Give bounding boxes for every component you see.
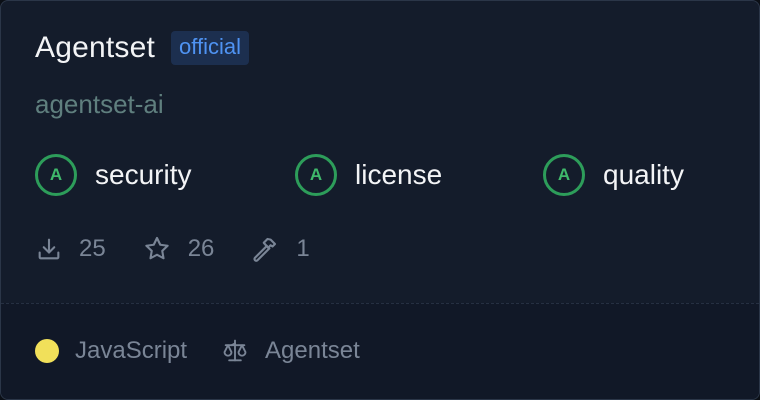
tools-stat: 1: [250, 234, 310, 264]
stars-count: 26: [187, 235, 215, 262]
score-security: A security: [35, 154, 191, 196]
owner-name[interactable]: agentset-ai: [35, 89, 164, 120]
language-label: JavaScript: [75, 337, 188, 364]
server-card[interactable]: Agentset official agentset-ai A security…: [0, 0, 760, 400]
downloads-count: 25: [79, 235, 106, 262]
score-license: A license: [295, 154, 442, 196]
tools-count: 1: [296, 235, 310, 262]
score-label: quality: [603, 159, 684, 190]
card-footer: JavaScript Agentset: [1, 303, 759, 399]
card-title[interactable]: Agentset: [35, 31, 155, 65]
score-label: license: [355, 159, 443, 190]
scale-icon: [221, 337, 249, 365]
card-main: Agentset official agentset-ai A security…: [1, 1, 759, 303]
title-row: Agentset official: [35, 31, 249, 65]
stats-row: 25 26 1: [35, 233, 346, 265]
downloads-stat: 25: [35, 235, 106, 263]
star-icon: [142, 234, 172, 264]
download-icon: [35, 235, 63, 263]
footer-row: JavaScript Agentset: [35, 337, 360, 365]
score-list: A security A license A quality: [35, 154, 735, 204]
grade-circle-icon: A: [35, 154, 77, 196]
official-badge: official: [171, 31, 249, 65]
hammer-icon: [250, 234, 280, 264]
score-quality: A quality: [543, 154, 684, 196]
language-color-dot: [35, 339, 59, 363]
score-label: security: [95, 159, 192, 190]
grade-circle-icon: A: [295, 154, 337, 196]
stars-stat: 26: [142, 234, 215, 264]
grade-circle-icon: A: [543, 154, 585, 196]
license-owner: Agentset: [265, 337, 360, 364]
